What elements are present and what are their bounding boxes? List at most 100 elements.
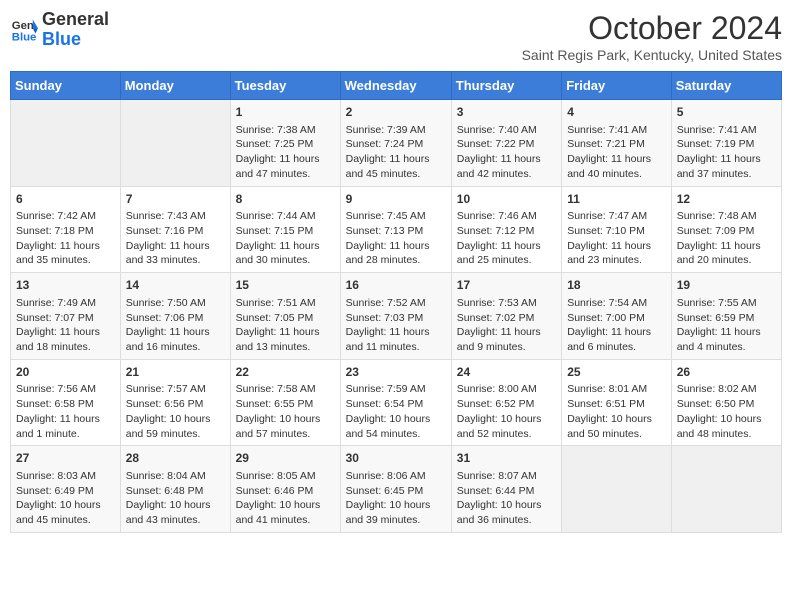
sunrise-text: Sunrise: 7:44 AM <box>236 209 335 224</box>
day-number: 29 <box>236 450 335 467</box>
logo: Gen Blue General Blue <box>10 10 109 50</box>
day-number: 26 <box>677 364 776 381</box>
sunset-text: Sunset: 6:52 PM <box>457 397 556 412</box>
daylight-text: Daylight: 11 hours and 33 minutes. <box>126 239 225 268</box>
week-row-2: 6Sunrise: 7:42 AMSunset: 7:18 PMDaylight… <box>11 186 782 273</box>
day-cell-27: 27Sunrise: 8:03 AMSunset: 6:49 PMDayligh… <box>11 446 121 533</box>
header-thursday: Thursday <box>451 72 561 100</box>
day-number: 5 <box>677 104 776 121</box>
day-number: 1 <box>236 104 335 121</box>
day-cell-14: 14Sunrise: 7:50 AMSunset: 7:06 PMDayligh… <box>120 273 230 360</box>
week-row-4: 20Sunrise: 7:56 AMSunset: 6:58 PMDayligh… <box>11 359 782 446</box>
day-number: 9 <box>346 191 446 208</box>
sunset-text: Sunset: 7:12 PM <box>457 224 556 239</box>
day-cell-16: 16Sunrise: 7:52 AMSunset: 7:03 PMDayligh… <box>340 273 451 360</box>
daylight-text: Daylight: 11 hours and 4 minutes. <box>677 325 776 354</box>
day-cell-2: 2Sunrise: 7:39 AMSunset: 7:24 PMDaylight… <box>340 100 451 187</box>
day-cell-10: 10Sunrise: 7:46 AMSunset: 7:12 PMDayligh… <box>451 186 561 273</box>
svg-text:Blue: Blue <box>12 31 37 43</box>
day-cell-15: 15Sunrise: 7:51 AMSunset: 7:05 PMDayligh… <box>230 273 340 360</box>
sunrise-text: Sunrise: 7:46 AM <box>457 209 556 224</box>
sunset-text: Sunset: 7:03 PM <box>346 311 446 326</box>
sunrise-text: Sunrise: 8:00 AM <box>457 382 556 397</box>
day-cell-3: 3Sunrise: 7:40 AMSunset: 7:22 PMDaylight… <box>451 100 561 187</box>
sunset-text: Sunset: 7:22 PM <box>457 137 556 152</box>
day-number: 20 <box>16 364 115 381</box>
header-monday: Monday <box>120 72 230 100</box>
day-number: 12 <box>677 191 776 208</box>
day-cell-23: 23Sunrise: 7:59 AMSunset: 6:54 PMDayligh… <box>340 359 451 446</box>
day-cell-8: 8Sunrise: 7:44 AMSunset: 7:15 PMDaylight… <box>230 186 340 273</box>
sunrise-text: Sunrise: 7:49 AM <box>16 296 115 311</box>
day-cell-1: 1Sunrise: 7:38 AMSunset: 7:25 PMDaylight… <box>230 100 340 187</box>
daylight-text: Daylight: 10 hours and 45 minutes. <box>16 498 115 527</box>
day-number: 7 <box>126 191 225 208</box>
day-number: 3 <box>457 104 556 121</box>
week-row-5: 27Sunrise: 8:03 AMSunset: 6:49 PMDayligh… <box>11 446 782 533</box>
sunrise-text: Sunrise: 8:04 AM <box>126 469 225 484</box>
sunrise-text: Sunrise: 7:42 AM <box>16 209 115 224</box>
day-number: 31 <box>457 450 556 467</box>
logo-icon: Gen Blue <box>10 16 38 44</box>
day-cell-empty <box>671 446 781 533</box>
day-cell-empty <box>11 100 121 187</box>
header-wednesday: Wednesday <box>340 72 451 100</box>
daylight-text: Daylight: 11 hours and 23 minutes. <box>567 239 666 268</box>
sunrise-text: Sunrise: 7:54 AM <box>567 296 666 311</box>
day-number: 22 <box>236 364 335 381</box>
sunrise-text: Sunrise: 8:07 AM <box>457 469 556 484</box>
day-number: 8 <box>236 191 335 208</box>
sunset-text: Sunset: 6:54 PM <box>346 397 446 412</box>
day-number: 30 <box>346 450 446 467</box>
day-cell-30: 30Sunrise: 8:06 AMSunset: 6:45 PMDayligh… <box>340 446 451 533</box>
daylight-text: Daylight: 11 hours and 35 minutes. <box>16 239 115 268</box>
sunset-text: Sunset: 6:51 PM <box>567 397 666 412</box>
day-cell-empty <box>562 446 672 533</box>
daylight-text: Daylight: 10 hours and 50 minutes. <box>567 412 666 441</box>
day-cell-19: 19Sunrise: 7:55 AMSunset: 6:59 PMDayligh… <box>671 273 781 360</box>
day-number: 14 <box>126 277 225 294</box>
sunrise-text: Sunrise: 8:02 AM <box>677 382 776 397</box>
sunrise-text: Sunrise: 7:43 AM <box>126 209 225 224</box>
sunrise-text: Sunrise: 7:48 AM <box>677 209 776 224</box>
header-sunday: Sunday <box>11 72 121 100</box>
daylight-text: Daylight: 11 hours and 6 minutes. <box>567 325 666 354</box>
sunset-text: Sunset: 7:02 PM <box>457 311 556 326</box>
sunrise-text: Sunrise: 7:58 AM <box>236 382 335 397</box>
sunrise-text: Sunrise: 7:38 AM <box>236 123 335 138</box>
day-number: 6 <box>16 191 115 208</box>
calendar-title: October 2024 <box>522 10 782 47</box>
day-number: 13 <box>16 277 115 294</box>
day-cell-13: 13 Sunrise: 7:49 AMSunset: 7:07 PMDayligh… <box>11 273 121 360</box>
daylight-text: Daylight: 11 hours and 25 minutes. <box>457 239 556 268</box>
day-cell-empty <box>120 100 230 187</box>
daylight-text: Daylight: 10 hours and 48 minutes. <box>677 412 776 441</box>
sunset-text: Sunset: 7:19 PM <box>677 137 776 152</box>
sunrise-text: Sunrise: 7:59 AM <box>346 382 446 397</box>
day-number: 16 <box>346 277 446 294</box>
sunset-text: Sunset: 6:56 PM <box>126 397 225 412</box>
daylight-text: Daylight: 11 hours and 9 minutes. <box>457 325 556 354</box>
day-cell-25: 25Sunrise: 8:01 AMSunset: 6:51 PMDayligh… <box>562 359 672 446</box>
sunrise-text: Sunrise: 7:57 AM <box>126 382 225 397</box>
sunset-text: Sunset: 7:07 PM <box>16 311 115 326</box>
sunset-text: Sunset: 7:10 PM <box>567 224 666 239</box>
day-cell-24: 24Sunrise: 8:00 AMSunset: 6:52 PMDayligh… <box>451 359 561 446</box>
daylight-text: Daylight: 10 hours and 39 minutes. <box>346 498 446 527</box>
day-cell-18: 18Sunrise: 7:54 AMSunset: 7:00 PMDayligh… <box>562 273 672 360</box>
sunset-text: Sunset: 7:13 PM <box>346 224 446 239</box>
sunset-text: Sunset: 7:16 PM <box>126 224 225 239</box>
daylight-text: Daylight: 11 hours and 18 minutes. <box>16 325 115 354</box>
day-number: 27 <box>16 450 115 467</box>
header-tuesday: Tuesday <box>230 72 340 100</box>
day-number: 15 <box>236 277 335 294</box>
calendar-subtitle: Saint Regis Park, Kentucky, United State… <box>522 47 782 63</box>
sunrise-text: Sunrise: 7:39 AM <box>346 123 446 138</box>
header-saturday: Saturday <box>671 72 781 100</box>
daylight-text: Daylight: 10 hours and 41 minutes. <box>236 498 335 527</box>
day-cell-28: 28Sunrise: 8:04 AMSunset: 6:48 PMDayligh… <box>120 446 230 533</box>
sunset-text: Sunset: 7:25 PM <box>236 137 335 152</box>
daylight-text: Daylight: 11 hours and 42 minutes. <box>457 152 556 181</box>
sunrise-text: Sunrise: 7:51 AM <box>236 296 335 311</box>
daylight-text: Daylight: 10 hours and 43 minutes. <box>126 498 225 527</box>
